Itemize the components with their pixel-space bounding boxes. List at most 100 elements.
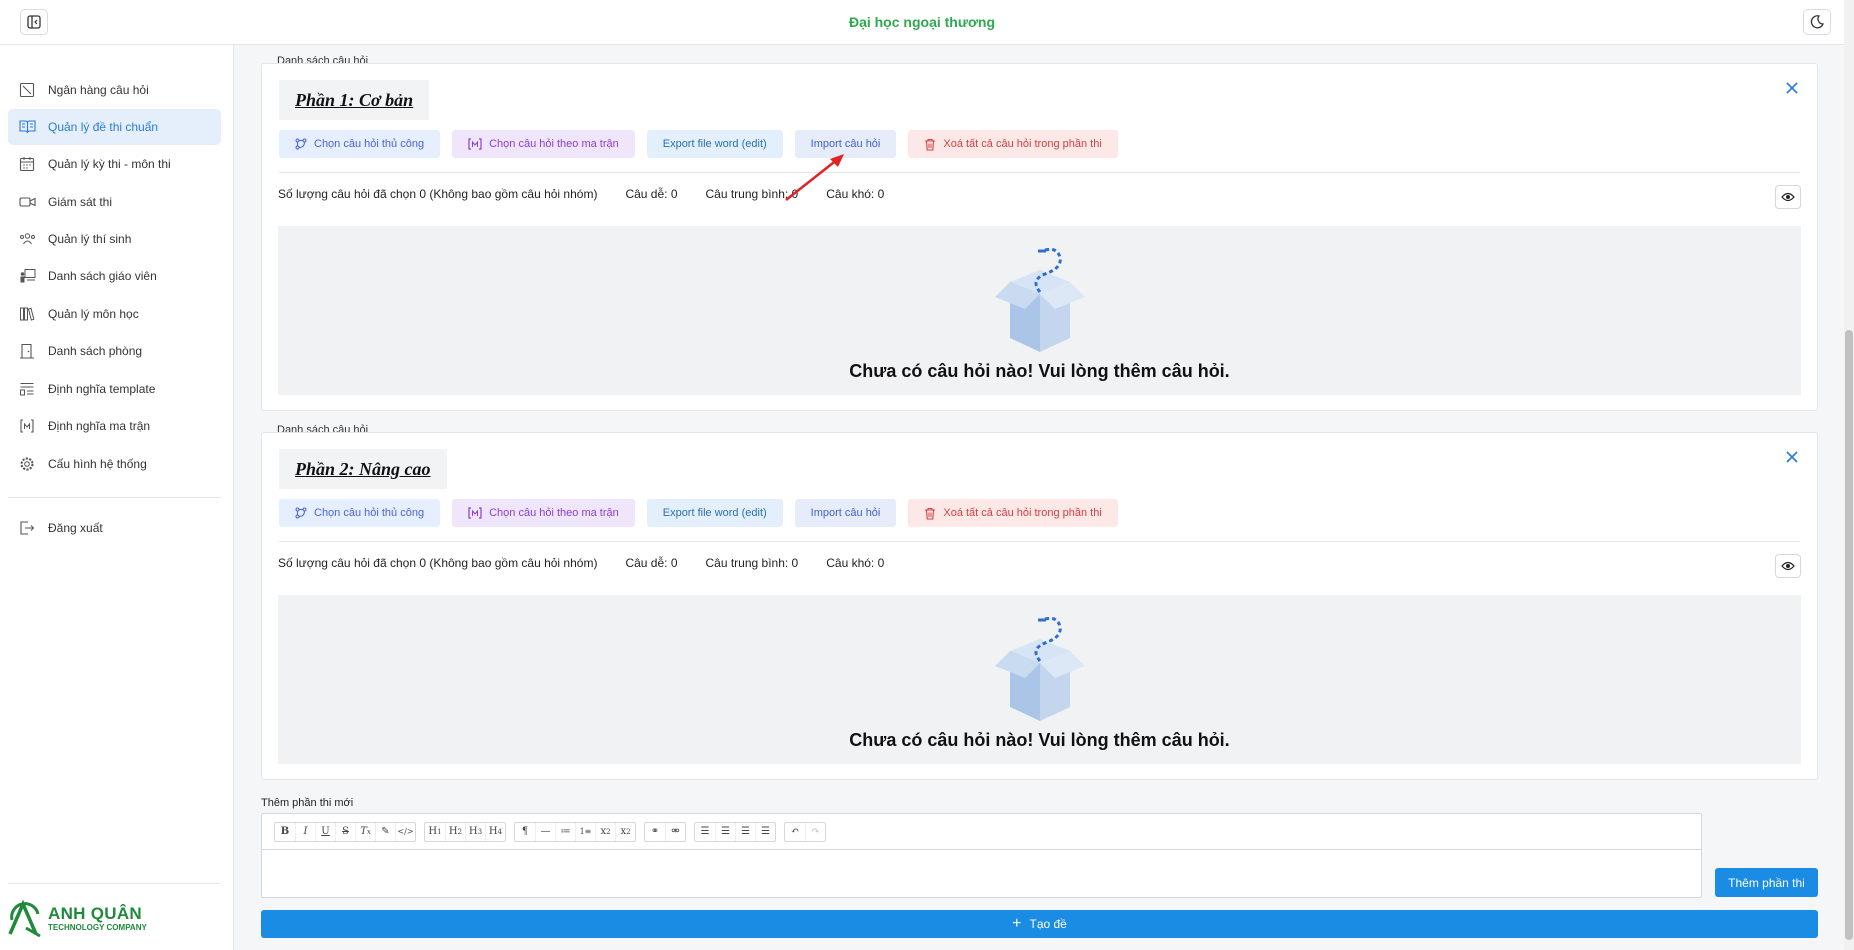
matrix-select-button[interactable]: Chọn câu hỏi theo ma trận [452,130,635,158]
heading2-button[interactable]: H2 [445,822,465,841]
manual-select-button[interactable]: Chọn câu hỏi thủ công [279,499,441,527]
top-header: Đại học ngoại thương [0,0,1844,45]
logout-button[interactable]: Đăng xuất [8,510,221,546]
ordered-list-button[interactable]: 1≡ [575,822,595,841]
calendar-icon [18,155,36,173]
scrollbar-thumb[interactable] [1845,330,1853,940]
align-right-icon[interactable]: ☰ [755,822,775,841]
create-exam-button[interactable]: + Tạo đề [261,910,1818,938]
matrix-select-button[interactable]: Chọn câu hỏi theo ma trận [452,499,635,527]
align-left-icon[interactable]: ☰ [695,823,715,841]
code-button[interactable]: </> [395,822,415,841]
sidebar-item-candidates[interactable]: Quản lý thí sinh [8,221,221,257]
highlight-button[interactable]: ✎ [375,822,395,841]
medium-count-text: Câu trung bình: 0 [705,556,799,570]
delete-all-questions-button[interactable]: Xoá tất cả câu hỏi trong phần thi [908,130,1118,158]
empty-message: Chưa có câu hỏi nào! Vui lòng thêm câu h… [849,361,1230,381]
page-scrollbar[interactable] [1844,0,1854,950]
import-questions-label: Import câu hỏi [810,138,881,150]
new-section-label: Thêm phần thi mới [261,797,354,809]
strikethrough-button[interactable]: S [335,822,355,841]
selected-count-text: Số lượng câu hỏi đã chọn 0 (Không bao gồ… [278,556,598,570]
preview-button[interactable] [1775,554,1801,578]
heading4-button[interactable]: H4 [485,822,505,841]
exam-section-1: Phần 1: Cơ bản Chọn câu hỏi thủ công Chọ… [261,63,1818,411]
create-exam-label: Tạo đề [1029,917,1067,931]
sidebar-divider [8,497,221,498]
heading1-button[interactable]: H1 [425,823,445,841]
horizontal-rule-button[interactable]: — [535,822,555,841]
link-icon[interactable]: ⚭ [645,823,665,841]
paragraph-button[interactable]: ¶ [515,823,535,841]
bold-button[interactable]: B [275,823,295,841]
tree-branch-icon [295,138,307,150]
sidebar-item-subjects[interactable]: Quản lý môn học [8,296,221,332]
plus-icon: + [1012,915,1022,932]
sidebar-item-matrix[interactable]: Định nghĩa ma trận [8,408,221,444]
new-section-editor: B I U S Tx ✎ </> H1 H2 H3 H4 ¶ — ≔ 1≡ x2… [261,813,1702,898]
clear-format-button[interactable]: Tx [355,822,375,841]
sidebar-item-templates[interactable]: Định nghĩa template [8,371,221,407]
toolbar-group-links: ⚭ ⚮ [644,821,686,842]
align-justify-icon[interactable]: ☰ [735,822,755,841]
align-center-icon[interactable]: ☰ [715,822,735,841]
unlink-icon[interactable]: ⚮ [665,822,685,841]
matrix-bracket-icon [468,138,482,150]
sidebar-item-question-bank[interactable]: Ngân hàng câu hỏi [8,72,221,108]
add-section-button[interactable]: Thêm phần thi [1715,868,1818,897]
manual-select-button[interactable]: Chọn câu hỏi thủ công [279,130,441,158]
section-title: Phần 1: Cơ bản [295,89,414,110]
superscript-button[interactable]: x2 [615,822,635,841]
sidebar-item-exam-management[interactable]: Quản lý kỳ thi - môn thi [8,146,221,182]
empty-box-illustration [994,247,1085,352]
sidebar-item-label: Cấu hình hệ thống [48,457,147,471]
sidebar-item-standard-exams[interactable]: Quản lý đề thi chuẩn [8,109,221,145]
template-layout-icon [18,380,36,398]
matrix-select-label: Chọn câu hỏi theo ma trận [489,138,619,150]
bullet-list-button[interactable]: ≔ [555,822,575,841]
subscript-button[interactable]: x2 [595,822,615,841]
delete-all-label: Xoá tất cả câu hỏi trong phần thi [943,507,1102,519]
undo-icon[interactable]: ↶ [785,823,805,841]
preview-button[interactable] [1775,185,1801,209]
import-questions-button[interactable]: Import câu hỏi [794,130,897,158]
section-title-box: Phần 1: Cơ bản [279,80,430,120]
heading3-button[interactable]: H3 [465,822,485,841]
toolbar-group-format: B I U S Tx ✎ </> [274,821,416,842]
sidebar-item-label: Quản lý đề thi chuẩn [48,120,159,134]
export-word-button[interactable]: Export file word (edit) [646,499,783,527]
question-bank-icon [18,81,36,99]
logo-main-text: ANH QUÂN [48,903,143,923]
empty-message: Chưa có câu hỏi nào! Vui lòng thêm câu h… [849,730,1230,750]
close-icon[interactable] [1785,81,1799,95]
import-questions-button[interactable]: Import câu hỏi [794,499,897,527]
underline-button[interactable]: U [315,822,335,841]
hard-count-text: Câu khó: 0 [826,187,885,201]
sidebar-item-teachers[interactable]: Danh sách giáo viên [8,258,221,294]
sidebar-item-proctoring[interactable]: Giám sát thi [8,184,221,220]
close-icon[interactable] [1785,450,1799,464]
exam-section-2: Phần 2: Nâng cao Chọn câu hỏi thủ công C… [261,432,1818,780]
toolbar-group-headings: H1 H2 H3 H4 [424,821,506,842]
matrix-bracket-icon [468,507,482,519]
sidebar-item-settings[interactable]: Cấu hình hệ thống [8,446,221,482]
sidebar-item-label: Định nghĩa template [48,382,156,396]
empty-state: Chưa có câu hỏi nào! Vui lòng thêm câu h… [278,226,1801,395]
section-title-box: Phần 2: Nâng cao [279,449,447,489]
redo-icon[interactable]: ↷ [805,822,825,841]
editor-content-area[interactable] [262,851,1701,897]
italic-button[interactable]: I [295,822,315,841]
empty-state: Chưa có câu hỏi nào! Vui lòng thêm câu h… [278,595,1801,764]
theme-toggle-button[interactable] [1803,9,1831,35]
logo-sub-text: TECHNOLOGY COMPANY [48,922,147,932]
easy-count-text: Câu dễ: 0 [625,556,678,570]
sidebar-item-rooms[interactable]: Danh sách phòng [8,333,221,369]
tree-branch-icon [295,507,307,519]
delete-all-questions-button[interactable]: Xoá tất cả câu hỏi trong phần thi [908,499,1118,527]
sidebar-item-label: Giám sát thi [48,195,113,209]
question-stats: Số lượng câu hỏi đã chọn 0 (Không bao gồ… [278,187,912,201]
selected-count-text: Số lượng câu hỏi đã chọn 0 (Không bao gồ… [278,187,598,201]
section-actions: Chọn câu hỏi thủ công Chọn câu hỏi theo … [279,130,1118,158]
export-word-button[interactable]: Export file word (edit) [646,130,783,158]
sidebar-item-label: Quản lý thí sinh [48,232,132,246]
